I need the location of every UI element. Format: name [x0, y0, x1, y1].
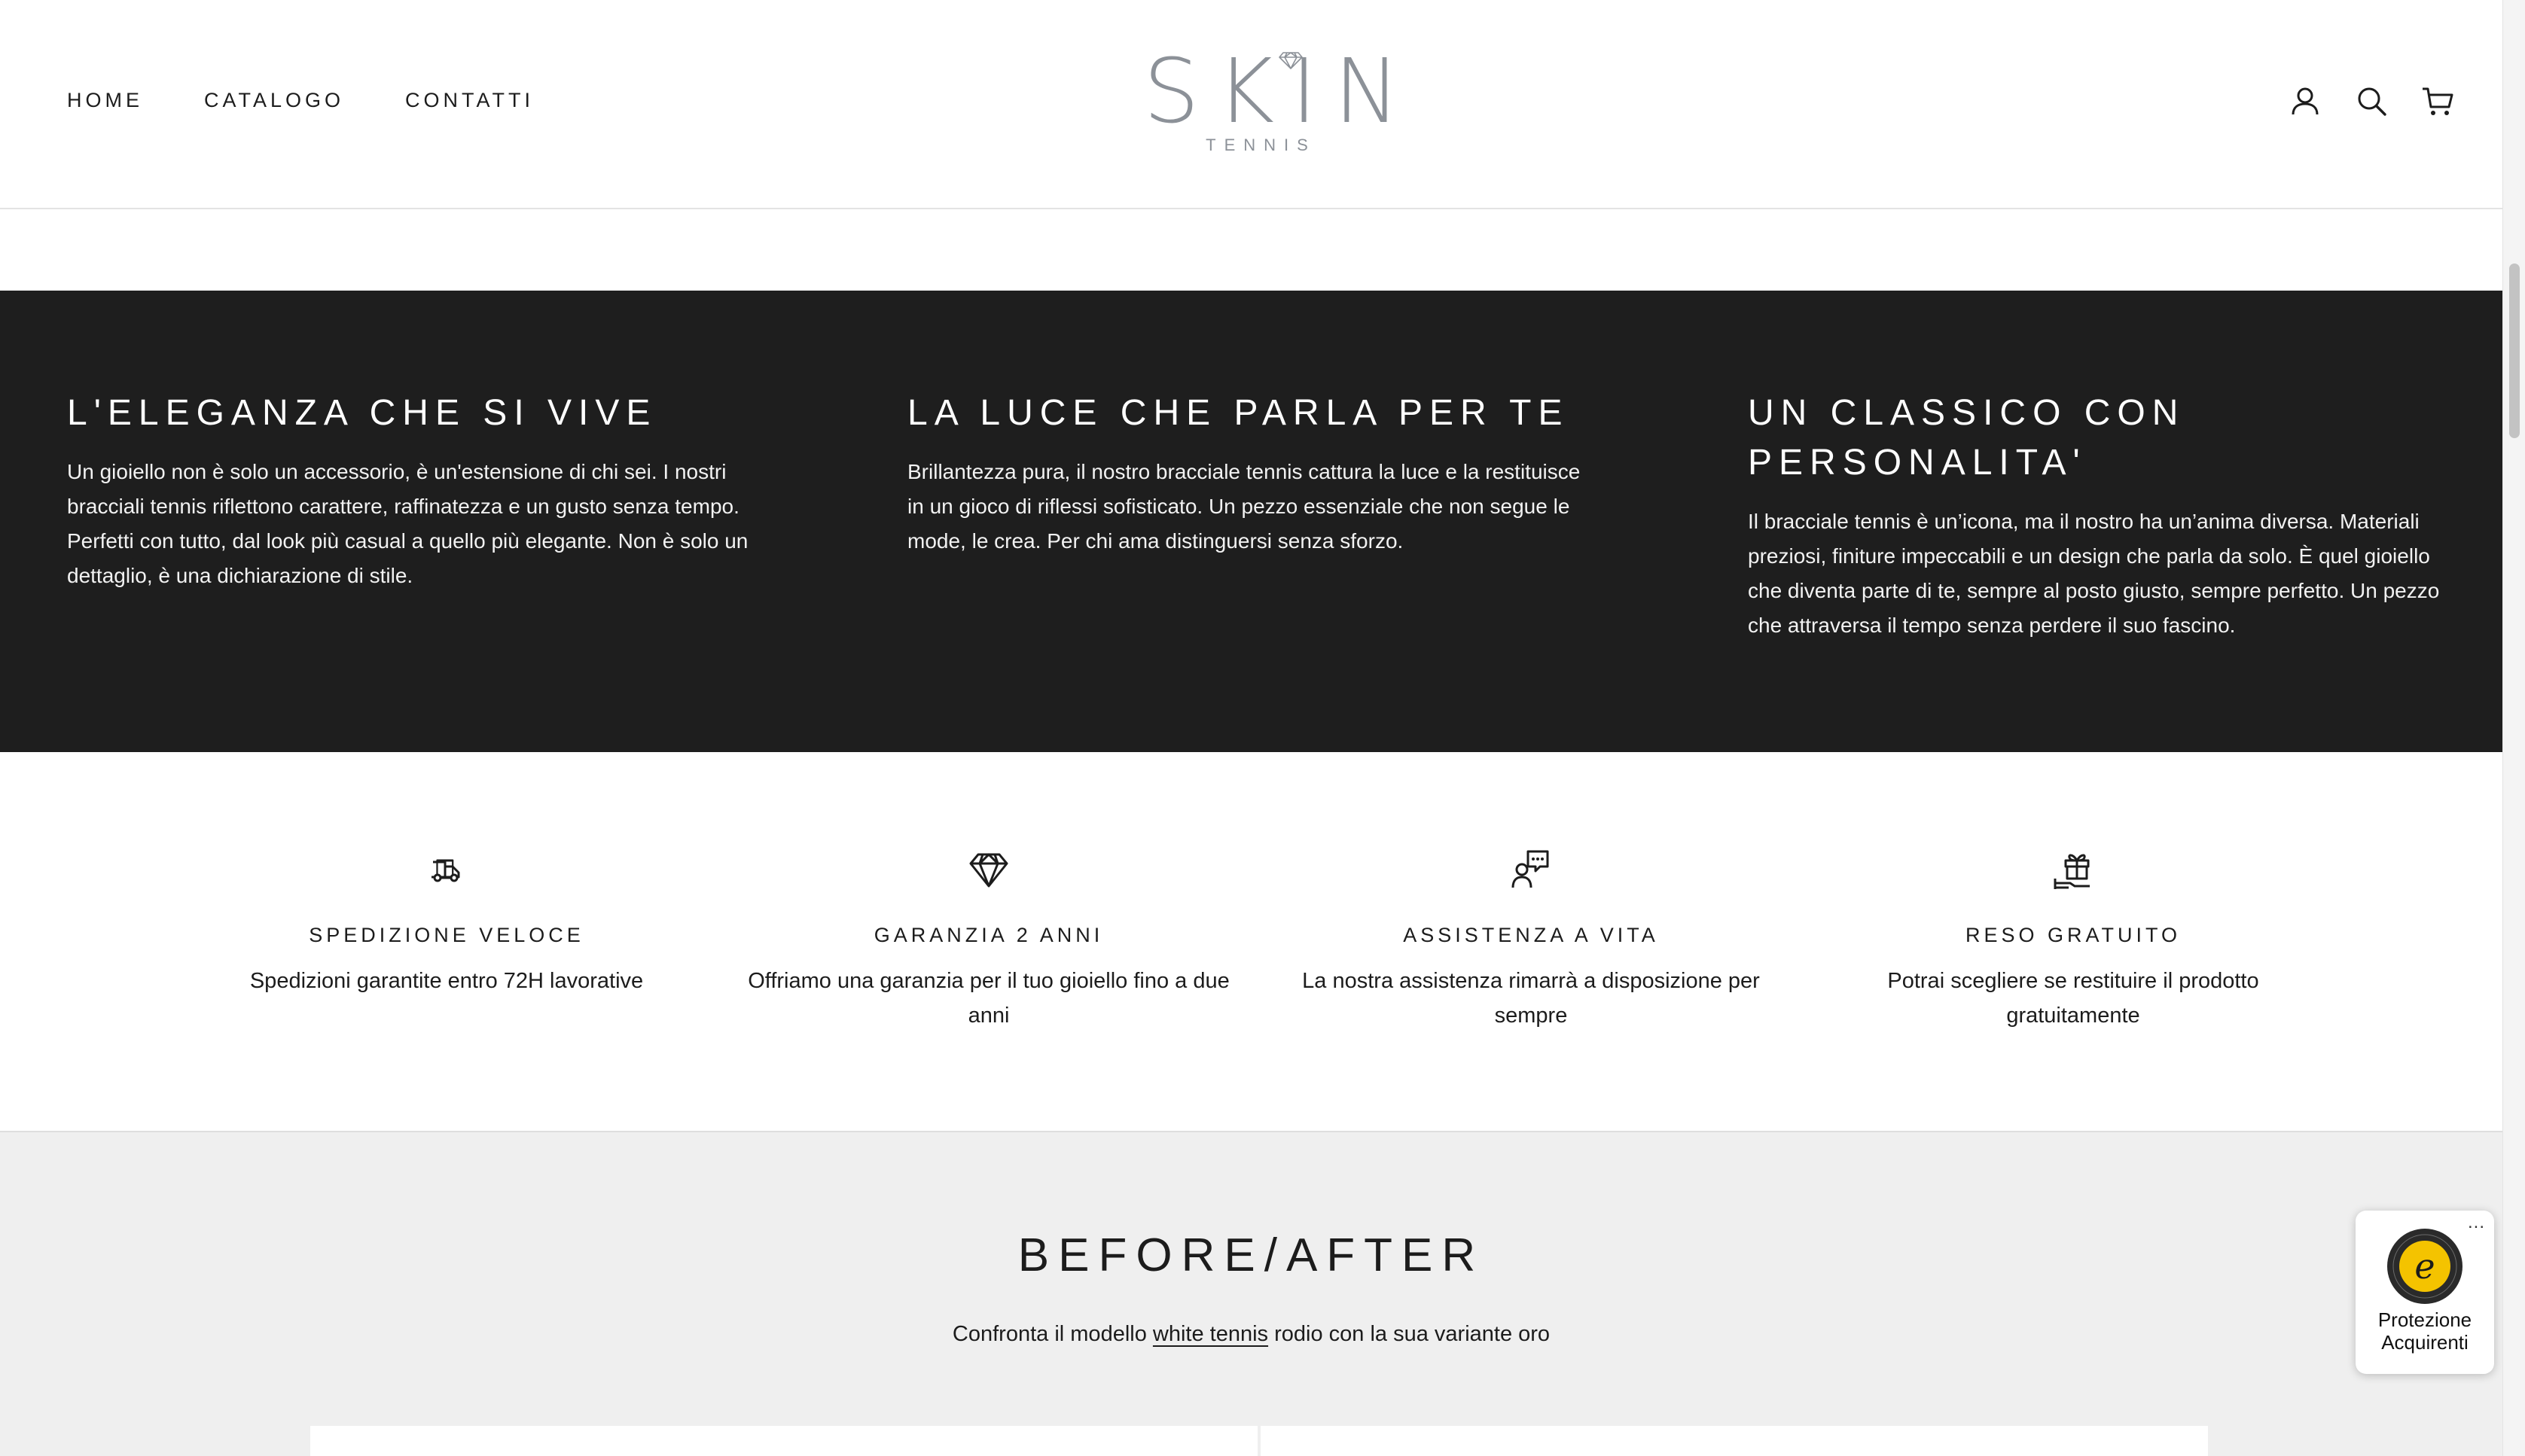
seal-letter: e [2414, 1246, 2435, 1287]
logo-diamond-icon [1279, 52, 1303, 69]
highlight-text: Il bracciale tennis è un’icona, ma il no… [1748, 510, 2440, 637]
main-nav: HOME CATALOGO CONTATTI [67, 89, 534, 112]
highlight-title: UN CLASSICO CON PERSONALITA' [1748, 393, 2185, 483]
features-section: SPEDIZIONE VELOCE Spedizioni garantite e… [0, 752, 2502, 1131]
white-tennis-link[interactable]: white tennis [1153, 1322, 1268, 1346]
cart-icon[interactable] [2421, 84, 2454, 117]
logo-subtitle: TENNIS [1206, 136, 1316, 154]
feature-item: SPEDIZIONE VELOCE Spedizioni garantite e… [206, 848, 688, 998]
nav-home-link[interactable]: HOME [67, 89, 143, 112]
feature-item: GARANZIA 2 ANNI Offriamo una garanzia pe… [748, 848, 1230, 1033]
feature-title: RESO GRATUITO [1965, 924, 2182, 946]
highlight-text: Brillantezza pura, il nostro bracciale t… [907, 460, 1581, 553]
gift-return-icon [2054, 854, 2090, 889]
header-actions [2289, 84, 2454, 117]
badge-line: Protezione [2377, 1308, 2472, 1331]
trusted-shops-seal-icon: e [2387, 1229, 2462, 1304]
site-logo[interactable]: SKIN TENNIS [1127, 39, 1417, 158]
page-scrollbar[interactable] [2502, 0, 2525, 1456]
highlight-title: L'ELEGANZA CHE SI VIVE [67, 393, 657, 433]
feature-title: ASSISTENZA A VITA [1403, 924, 1659, 946]
subtitle-suffix: rodio con la sua variante oro [1268, 1322, 1551, 1346]
feature-text: Potrai scegliere se restituire il prodot… [1887, 969, 2259, 1028]
highlight-text: Un gioiello non è solo un accessorio, è … [67, 460, 749, 587]
trusted-shops-badge[interactable]: ... e Protezione Acquirenti [2356, 1211, 2494, 1374]
badge-label: Protezione Acquirenti [2356, 1308, 2494, 1354]
subtitle-prefix: Confronta il modello [952, 1322, 1153, 1346]
nav-contatti-link[interactable]: CONTATTI [405, 89, 534, 112]
support-chat-icon [1511, 850, 1549, 888]
highlight-column: UN CLASSICO CON PERSONALITA' Il braccial… [1748, 388, 2456, 643]
highlight-column: LA LUCE CHE PARLA PER TE Brillantezza pu… [907, 388, 1593, 559]
feature-title: SPEDIZIONE VELOCE [309, 924, 584, 946]
section-subtitle: Confronta il modello white tennis rodio … [0, 1322, 2502, 1347]
before-image-panel [310, 1426, 1258, 1456]
account-icon[interactable] [2289, 84, 2322, 117]
delivery-truck-icon [432, 859, 460, 882]
feature-text: Spedizioni garantite entro 72H lavorativ… [249, 969, 644, 993]
before-after-section: BEFORE/AFTER Confronta il modello white … [0, 1131, 2502, 1456]
more-options-icon[interactable]: ... [2468, 1212, 2485, 1233]
scrollbar-thumb[interactable] [2509, 263, 2520, 438]
search-icon[interactable] [2355, 84, 2388, 117]
brand-highlights-section: L'ELEGANZA CHE SI VIVE Un gioiello non è… [0, 291, 2502, 752]
highlight-title: LA LUCE CHE PARLA PER TE [907, 393, 1569, 433]
feature-text: La nostra assistenza rimarrà a disposizi… [1302, 969, 1760, 1028]
feature-item: ASSISTENZA A VITA La nostra assistenza r… [1290, 848, 1772, 1033]
nav-catalogo-link[interactable]: CATALOGO [204, 89, 344, 112]
feature-item: RESO GRATUITO Potrai scegliere se restit… [1832, 848, 2314, 1033]
after-image-panel [1261, 1426, 2208, 1456]
section-title: BEFORE/AFTER [1017, 1229, 1485, 1281]
feature-text: Offriamo una garanzia per il tuo gioiell… [748, 969, 1230, 1028]
badge-line: Acquirenti [2381, 1331, 2469, 1354]
feature-title: GARANZIA 2 ANNI [874, 924, 1104, 946]
highlight-column: L'ELEGANZA CHE SI VIVE Un gioiello non è… [67, 388, 775, 593]
logo-wordmark: SKIN [1143, 39, 1417, 143]
site-header: HOME CATALOGO CONTATTI SKIN TENNIS [0, 0, 2502, 209]
diamond-icon [969, 853, 1008, 888]
